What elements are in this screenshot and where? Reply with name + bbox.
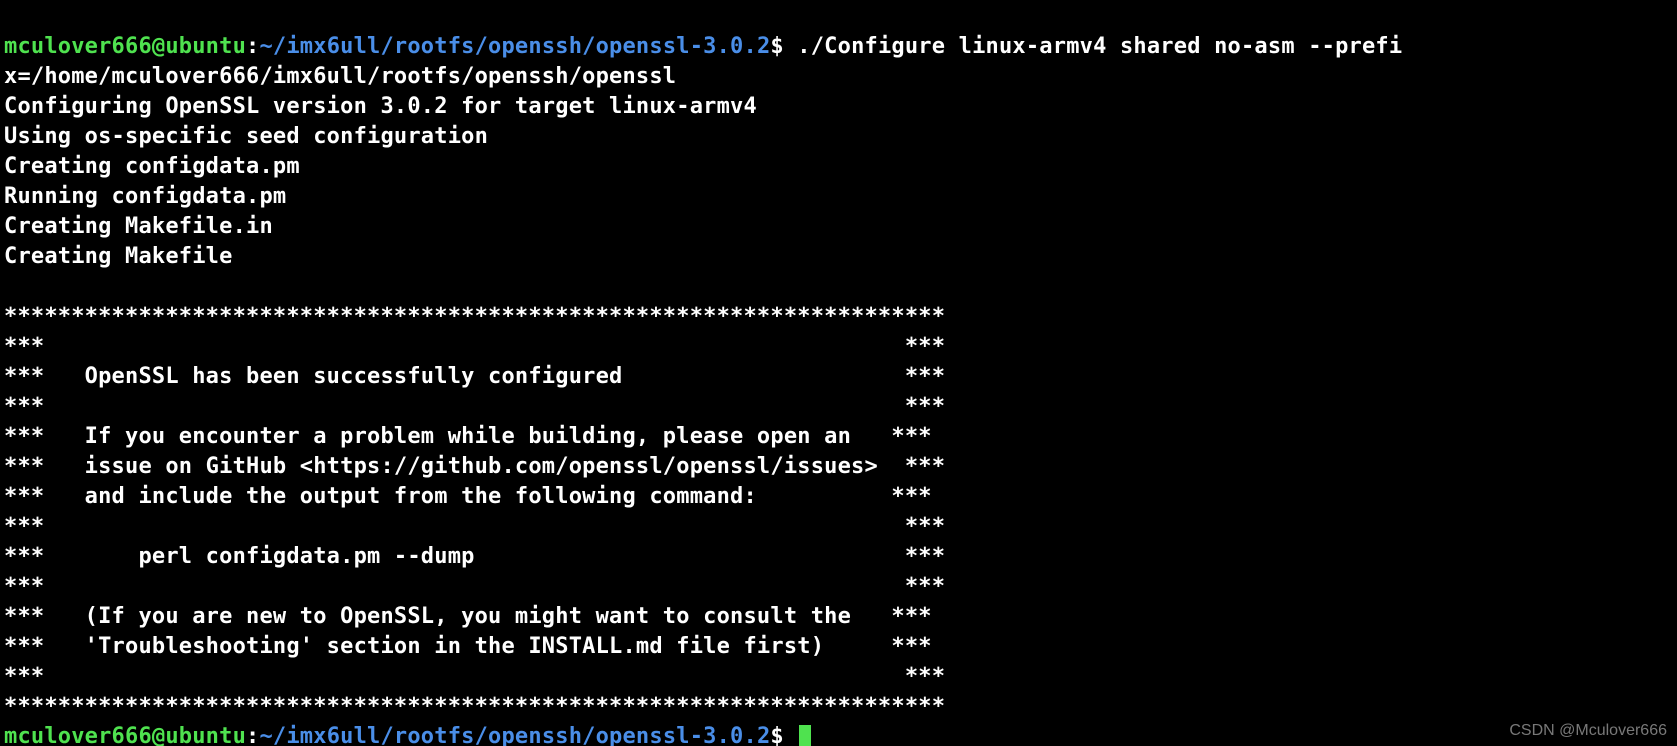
output-box-line: *** *** <box>4 664 945 689</box>
command-text-part1: ./Configure linux-armv4 shared no-asm --… <box>784 34 1402 59</box>
terminal-area[interactable]: mculover666@ubuntu:~/imx6ull/rootfs/open… <box>0 0 1677 746</box>
output-box-line: *** (If you are new to OpenSSL, you migh… <box>4 604 932 629</box>
output-box-line: *** and include the output from the foll… <box>4 484 932 509</box>
prompt-path: ~/imx6ull/rootfs/openssh/openssl-3.0.2 <box>259 724 770 746</box>
output-box-line: *** OpenSSL has been successfully config… <box>4 364 945 389</box>
output-box-line: *** *** <box>4 514 945 539</box>
prompt-colon: : <box>246 34 259 59</box>
output-box-line: *** issue on GitHub <https://github.com/… <box>4 454 945 479</box>
output-box-line: *** 'Troubleshooting' section in the INS… <box>4 634 932 659</box>
prompt-user: mculover666@ubuntu <box>4 34 246 59</box>
prompt-dollar: $ <box>770 34 783 59</box>
output-separator: ****************************************… <box>4 304 945 329</box>
prompt-path: ~/imx6ull/rootfs/openssh/openssl-3.0.2 <box>259 34 770 59</box>
prompt-colon: : <box>246 724 259 746</box>
output-line: Creating configdata.pm <box>4 154 300 179</box>
output-line: Running configdata.pm <box>4 184 286 209</box>
command-text-part2: x=/home/mculover666/imx6ull/rootfs/opens… <box>4 64 676 89</box>
prompt-user: mculover666@ubuntu <box>4 724 246 746</box>
output-line: Creating Makefile <box>4 244 233 269</box>
prompt-line-2[interactable]: mculover666@ubuntu:~/imx6ull/rootfs/open… <box>4 724 811 746</box>
prompt-line-1: mculover666@ubuntu:~/imx6ull/rootfs/open… <box>4 34 1402 59</box>
output-box-line: *** *** <box>4 394 945 419</box>
output-line: Configuring OpenSSL version 3.0.2 for ta… <box>4 94 757 119</box>
output-box-line: *** If you encounter a problem while bui… <box>4 424 932 449</box>
output-line: Using os-specific seed configuration <box>4 124 488 149</box>
output-separator: ****************************************… <box>4 694 945 719</box>
output-box-line: *** *** <box>4 334 945 359</box>
output-box-line: *** *** <box>4 574 945 599</box>
output-line: Creating Makefile.in <box>4 214 273 239</box>
cursor-block <box>799 725 811 746</box>
watermark-text: CSDN @Mculover666 <box>1509 722 1667 740</box>
output-box-line: *** perl configdata.pm --dump *** <box>4 544 945 569</box>
prompt-dollar: $ <box>770 724 797 746</box>
